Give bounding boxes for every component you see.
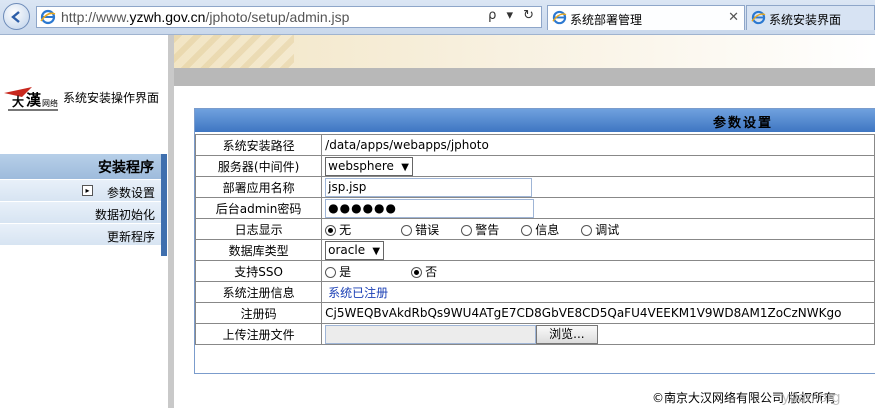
radio-icon	[325, 266, 337, 278]
admin-password-label: 后台admin密码	[194, 197, 323, 219]
table-row: 系统安装路径 /data/apps/webapps/jphoto	[194, 134, 875, 156]
install-path-value: /data/apps/webapps/jphoto	[321, 134, 875, 156]
ie-icon	[751, 10, 766, 28]
table-row: 日志显示 无 错误 警告 信息 调试	[194, 218, 875, 240]
table-row: 注册码 Cj5WEQBvAkdRbQs9WU4ATgE7CD8GbVE8CD5Q…	[194, 302, 875, 324]
upload-label: 上传注册文件	[194, 323, 323, 345]
tab-system-install[interactable]: 系统安装界面	[746, 5, 875, 30]
table-row: 数据库类型 oracle ▼	[194, 239, 875, 261]
brand-title: 系统安装操作界面	[63, 91, 160, 105]
tab-label: 系统部署管理	[570, 13, 643, 27]
log-radio-error[interactable]: 错误	[401, 221, 439, 238]
radio-icon	[581, 224, 593, 236]
svg-text:网络: 网络	[42, 98, 58, 108]
log-radio-none[interactable]: 无	[325, 221, 351, 238]
radio-icon	[521, 224, 533, 236]
back-button[interactable]	[3, 3, 30, 30]
ie-icon	[40, 9, 56, 28]
radio-icon	[401, 224, 413, 236]
svg-text:漢: 漢	[26, 91, 42, 109]
menu-title: 安装程序	[0, 154, 161, 179]
tab-system-deploy[interactable]: 系统部署管理 ✕	[547, 5, 745, 30]
sidebar-item-update[interactable]: 更新程序	[0, 223, 161, 245]
admin-password-input[interactable]: ●●●●●●	[325, 198, 535, 218]
sidebar: 大 漢 网络 系统安装操作界面 安装程序 ▸ 参数设置 数据初始化 更新程序	[0, 35, 168, 408]
svg-text:大: 大	[12, 94, 24, 109]
db-type-select[interactable]: oracle ▼	[325, 240, 385, 260]
chevron-down-icon: ▼	[372, 245, 381, 257]
sso-label: 支持SSO	[194, 260, 323, 282]
reg-info-label: 系统注册信息	[194, 281, 323, 303]
server-select[interactable]: websphere ▼	[325, 156, 413, 176]
table-row: 支持SSO 是 否	[194, 260, 875, 282]
table-row: 部署应用名称 jsp.jsp	[194, 176, 875, 198]
log-radio-info[interactable]: 信息	[521, 221, 559, 238]
ie-icon	[552, 10, 567, 28]
table-row: 服务器(中间件) websphere ▼	[194, 155, 875, 177]
app-name-input[interactable]: jsp.jsp	[325, 177, 533, 197]
watermark: yuan.org	[782, 389, 841, 406]
reg-status-link[interactable]: 系统已注册	[328, 286, 388, 300]
db-type-label: 数据库类型	[194, 239, 323, 261]
sidebar-item-params[interactable]: ▸ 参数设置	[0, 179, 161, 201]
arrow-right-icon: ▸	[82, 185, 93, 196]
address-tools-icons[interactable]: ρ ▾ ↻	[488, 8, 537, 23]
reg-code-label: 注册码	[194, 302, 323, 324]
install-path-label: 系统安装路径	[194, 134, 323, 156]
menu-accent-bar	[161, 154, 167, 256]
browser-toolbar: http://www.yzwh.gov.cn/jphoto/setup/admi…	[0, 0, 875, 35]
table-row: 上传注册文件 浏览...	[194, 323, 875, 345]
url-text: http://www.yzwh.gov.cn/jphoto/setup/admi…	[61, 9, 350, 25]
tab-label: 系统安装界面	[769, 13, 842, 27]
log-label: 日志显示	[194, 218, 323, 240]
server-label: 服务器(中间件)	[194, 155, 323, 177]
chevron-down-icon: ▼	[401, 161, 409, 173]
form-header: 参数设置	[195, 109, 875, 132]
browse-button[interactable]: 浏览...	[536, 324, 598, 344]
radio-selected-icon	[411, 266, 423, 278]
upload-file-input[interactable]	[325, 324, 537, 344]
radio-selected-icon	[325, 224, 337, 236]
sidebar-item-data-init[interactable]: 数据初始化	[0, 201, 161, 223]
address-bar[interactable]: http://www.yzwh.gov.cn/jphoto/setup/admi…	[36, 6, 542, 28]
frame-divider[interactable]	[168, 35, 174, 408]
log-radio-warn[interactable]: 警告	[461, 221, 499, 238]
banner-bar	[174, 68, 875, 86]
close-tab-icon[interactable]: ✕	[728, 10, 739, 25]
reg-code-value: Cj5WEQBvAkdRbQs9WU4ATgE7CD8GbVE8CD5QaFU4…	[321, 302, 875, 324]
back-arrow-icon	[10, 10, 20, 23]
sso-radio-no[interactable]: 否	[411, 263, 437, 280]
table-row: 系统注册信息 系统已注册	[194, 281, 875, 303]
log-radio-debug[interactable]: 调试	[581, 221, 619, 238]
app-name-label: 部署应用名称	[194, 176, 323, 198]
sso-radio-yes[interactable]: 是	[325, 263, 351, 280]
table-row: 后台admin密码 ●●●●●●	[194, 197, 875, 219]
params-table: 系统安装路径 /data/apps/webapps/jphoto 服务器(中间件…	[194, 134, 875, 345]
params-form: 参数设置 系统安装路径 /data/apps/webapps/jphoto 服务…	[194, 108, 875, 374]
radio-icon	[461, 224, 473, 236]
